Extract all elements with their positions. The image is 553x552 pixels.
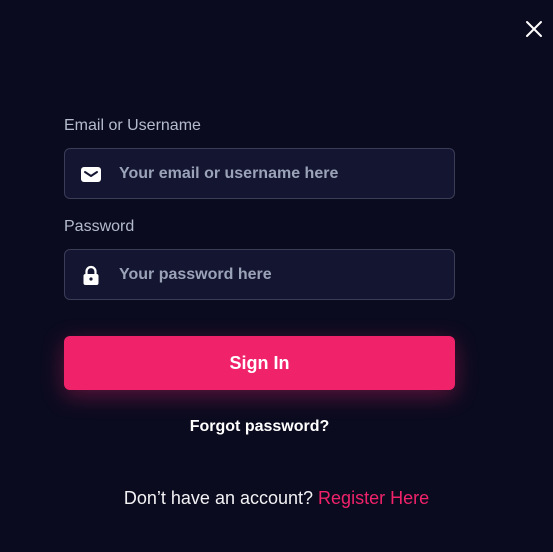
forgot-password-link[interactable]: Forgot password? [64,418,455,436]
close-icon [526,21,542,37]
close-button[interactable] [524,19,544,39]
email-label: Email or Username [64,117,201,134]
password-label: Password [64,218,135,235]
sign-in-button[interactable]: Sign In [64,336,455,390]
lock-icon [80,264,102,286]
register-row: Don’t have an account? Register Here [0,488,553,509]
email-input[interactable] [119,149,439,198]
email-field-container[interactable] [64,148,455,199]
register-link[interactable]: Register Here [318,488,429,508]
password-input[interactable] [119,250,439,299]
envelope-icon [80,163,102,185]
register-prompt: Don’t have an account? [123,488,314,508]
password-field-container[interactable] [64,249,455,300]
